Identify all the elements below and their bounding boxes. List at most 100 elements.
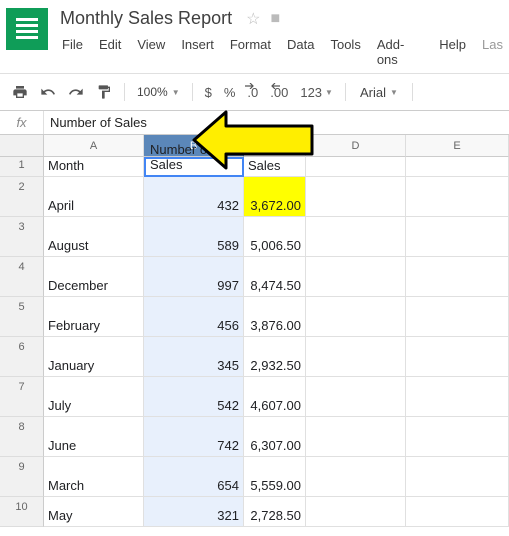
percent-button[interactable]: % <box>220 85 240 100</box>
cell-a5[interactable]: February <box>44 297 144 337</box>
menu-bar: File Edit View Insert Format Data Tools … <box>56 35 509 69</box>
row-header-4[interactable]: 4 <box>0 257 44 297</box>
cell-d4[interactable] <box>306 257 406 297</box>
cell-c3[interactable]: 5,006.50 <box>244 217 306 257</box>
menu-edit[interactable]: Edit <box>93 35 127 69</box>
menu-view[interactable]: View <box>131 35 171 69</box>
caret-icon: ▼ <box>172 88 180 97</box>
number-format-button[interactable]: 123▼ <box>296 85 337 100</box>
cell-b6[interactable]: 345 <box>144 337 244 377</box>
menu-insert[interactable]: Insert <box>175 35 220 69</box>
col-header-d[interactable]: D <box>306 135 406 157</box>
cell-d7[interactable] <box>306 377 406 417</box>
cell-c6[interactable]: 2,932.50 <box>244 337 306 377</box>
cell-c7[interactable]: 4,607.00 <box>244 377 306 417</box>
increase-decimal-button[interactable]: .00 <box>266 85 292 100</box>
separator <box>345 83 346 101</box>
undo-icon[interactable] <box>36 80 60 104</box>
cell-d6[interactable] <box>306 337 406 377</box>
row-header-6[interactable]: 6 <box>0 337 44 377</box>
formula-input[interactable]: Number of Sales <box>44 115 147 130</box>
col-header-e[interactable]: E <box>406 135 509 157</box>
cell-d8[interactable] <box>306 417 406 457</box>
cell-d1[interactable] <box>306 157 406 177</box>
font-select[interactable]: Arial▼ <box>354 85 404 100</box>
cell-d3[interactable] <box>306 217 406 257</box>
cell-c1[interactable]: Total Sales <box>244 157 306 177</box>
folder-icon[interactable]: ■ <box>270 10 280 28</box>
decrease-decimal-button[interactable]: .0 <box>243 85 262 100</box>
currency-button[interactable]: $ <box>201 85 216 100</box>
row-header-2[interactable]: 2 <box>0 177 44 217</box>
separator <box>412 83 413 101</box>
caret-icon: ▼ <box>390 88 398 97</box>
cell-d5[interactable] <box>306 297 406 337</box>
cell-e2[interactable] <box>406 177 509 217</box>
cell-e5[interactable] <box>406 297 509 337</box>
menu-file[interactable]: File <box>56 35 89 69</box>
menu-tools[interactable]: Tools <box>324 35 366 69</box>
cell-d10[interactable] <box>306 497 406 527</box>
cell-a3[interactable]: August <box>44 217 144 257</box>
cell-e8[interactable] <box>406 417 509 457</box>
cell-b4[interactable]: 997 <box>144 257 244 297</box>
cell-b8[interactable]: 742 <box>144 417 244 457</box>
caret-icon: ▼ <box>325 88 333 97</box>
col-header-a[interactable]: A <box>44 135 144 157</box>
cell-a1[interactable]: Month <box>44 157 144 177</box>
cell-a10[interactable]: May <box>44 497 144 527</box>
cell-a9[interactable]: March <box>44 457 144 497</box>
spreadsheet-grid: A B C D E 1 Month Number of Sales Total … <box>0 135 509 527</box>
cell-b5[interactable]: 456 <box>144 297 244 337</box>
row-header-3[interactable]: 3 <box>0 217 44 257</box>
cell-a6[interactable]: January <box>44 337 144 377</box>
star-icon[interactable]: ☆ <box>246 9 260 29</box>
cell-d2[interactable] <box>306 177 406 217</box>
toolbar: 100%▼ $ % .0 .00 123▼ Arial▼ <box>0 73 509 111</box>
cell-a7[interactable]: July <box>44 377 144 417</box>
cell-b1[interactable]: Number of Sales <box>144 157 244 177</box>
cell-b7[interactable]: 542 <box>144 377 244 417</box>
cell-e9[interactable] <box>406 457 509 497</box>
cell-e3[interactable] <box>406 217 509 257</box>
row-header-1[interactable]: 1 <box>0 157 44 177</box>
row-header-5[interactable]: 5 <box>0 297 44 337</box>
menu-help[interactable]: Help <box>433 35 472 69</box>
cell-a4[interactable]: December <box>44 257 144 297</box>
cell-a2[interactable]: April <box>44 177 144 217</box>
cell-e1[interactable] <box>406 157 509 177</box>
row-header-8[interactable]: 8 <box>0 417 44 457</box>
print-icon[interactable] <box>8 80 32 104</box>
zoom-select[interactable]: 100%▼ <box>133 85 184 99</box>
row-header-9[interactable]: 9 <box>0 457 44 497</box>
menu-format[interactable]: Format <box>224 35 277 69</box>
redo-icon[interactable] <box>64 80 88 104</box>
cell-b2[interactable]: 432 <box>144 177 244 217</box>
cell-b9[interactable]: 654 <box>144 457 244 497</box>
fx-label: fx <box>0 111 44 134</box>
cell-c10[interactable]: 2,728.50 <box>244 497 306 527</box>
select-all-corner[interactable] <box>0 135 44 157</box>
cell-b10[interactable]: 321 <box>144 497 244 527</box>
cell-e6[interactable] <box>406 337 509 377</box>
menu-addons[interactable]: Add-ons <box>371 35 429 69</box>
menu-data[interactable]: Data <box>281 35 320 69</box>
sheets-logo[interactable] <box>6 8 48 50</box>
cell-c2[interactable]: 3,672.00 <box>244 177 306 217</box>
cell-e4[interactable] <box>406 257 509 297</box>
separator <box>124 83 125 101</box>
cell-d9[interactable] <box>306 457 406 497</box>
cell-c9[interactable]: 5,559.00 <box>244 457 306 497</box>
cell-a8[interactable]: June <box>44 417 144 457</box>
cell-c8[interactable]: 6,307.00 <box>244 417 306 457</box>
paint-format-icon[interactable] <box>92 80 116 104</box>
cell-e10[interactable] <box>406 497 509 527</box>
cell-b3[interactable]: 589 <box>144 217 244 257</box>
row-header-7[interactable]: 7 <box>0 377 44 417</box>
doc-title[interactable]: Monthly Sales Report <box>56 6 236 31</box>
cell-c5[interactable]: 3,876.00 <box>244 297 306 337</box>
cell-c4[interactable]: 8,474.50 <box>244 257 306 297</box>
sheets-icon <box>16 18 38 40</box>
row-header-10[interactable]: 10 <box>0 497 44 527</box>
cell-e7[interactable] <box>406 377 509 417</box>
